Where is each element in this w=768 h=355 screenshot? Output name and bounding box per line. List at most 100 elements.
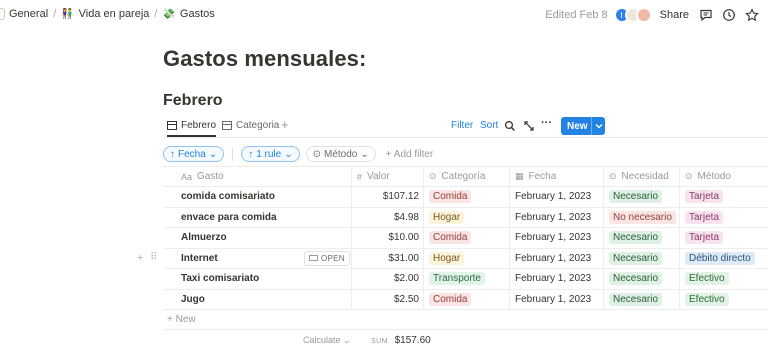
column-divider (679, 228, 680, 248)
column-header-fecha[interactable]: ▦ Fecha (515, 167, 556, 186)
more-options-icon[interactable]: ··· (541, 117, 553, 129)
column-divider (423, 167, 424, 186)
page-title[interactable]: Gastos mensuales: (163, 46, 366, 72)
cell-gasto[interactable]: Taxi comisariato (181, 269, 259, 289)
new-button[interactable]: New (561, 117, 605, 135)
cell-valor[interactable]: $31.00 (351, 249, 419, 269)
tab-febrero[interactable]: Febrero (167, 120, 217, 137)
cell-valor[interactable]: $2.50 (351, 290, 419, 310)
cell-metodo[interactable]: Débito directo (685, 249, 755, 269)
column-header-valor[interactable]: # Valor (357, 167, 390, 186)
cell-valor[interactable]: $4.98 (351, 208, 419, 228)
cell-categoria[interactable]: Comida (429, 290, 472, 310)
section-title[interactable]: Febrero (163, 92, 223, 110)
add-filter-button[interactable]: + Add filter (386, 149, 434, 160)
cell-metodo[interactable]: Efectivo (685, 290, 729, 310)
tag-metodo: Tarjeta (685, 210, 724, 224)
cell-fecha[interactable]: February 1, 2023 (515, 249, 591, 269)
add-view-button[interactable]: + (281, 117, 289, 132)
arrow-up-icon: ↑ (170, 148, 175, 160)
cell-necesidad[interactable]: Necesario (609, 187, 663, 207)
column-divider (423, 228, 424, 248)
cell-fecha[interactable]: February 1, 2023 (515, 228, 591, 248)
tag-categoria: Comida (429, 231, 472, 245)
cell-gasto[interactable]: Internet (181, 249, 218, 269)
table-row[interactable]: Jugo $2.50 Comida February 1, 2023 Necesario… (163, 289, 768, 310)
column-header-gasto[interactable]: Aa Gasto (181, 167, 224, 186)
cell-fecha[interactable]: February 1, 2023 (515, 269, 591, 289)
cell-necesidad[interactable]: Necesario (609, 269, 663, 289)
cell-categoria[interactable]: Hogar (429, 208, 465, 228)
column-header-metodo[interactable]: ⊙ Método (685, 167, 731, 186)
table-row[interactable]: Internet $31.00 Hogar February 1, 2023 Neces… (137, 248, 768, 269)
column-divider (679, 167, 680, 186)
cell-categoria[interactable]: Comida (429, 228, 472, 248)
cell-fecha[interactable]: February 1, 2023 (515, 290, 591, 310)
cell-valor[interactable]: $10.00 (351, 228, 419, 248)
table-row[interactable]: Taxi comisariato $2.00 Transporte February … (163, 269, 768, 290)
cell-categoria[interactable]: Hogar (429, 249, 465, 269)
table-row[interactable]: comida comisariato $107.12 Comida February … (163, 187, 768, 208)
column-divider (603, 187, 604, 207)
tab-categoria[interactable]: Categoria (222, 120, 279, 131)
share-button[interactable]: Share (660, 9, 689, 21)
expand-icon[interactable] (523, 120, 535, 132)
filter-chip-rule[interactable]: ↑ 1 rule ⌄ (241, 146, 300, 162)
column-header-necesidad[interactable]: ⊙ Necesidad (609, 167, 669, 186)
cell-categoria[interactable]: Transporte (429, 269, 485, 289)
tag-metodo: Efectivo (685, 292, 729, 306)
breadcrumb-item-general[interactable]: General (9, 8, 48, 20)
cell-gasto[interactable]: Jugo (181, 290, 205, 310)
top-bar: General / 👫 Vida en pareja / 💸 Gastos Ed… (0, 0, 768, 30)
cell-categoria[interactable]: Comida (429, 187, 472, 207)
money-emoji-icon: 💸 (162, 8, 175, 20)
cell-gasto[interactable]: comida comisariato (181, 187, 275, 207)
cell-fecha[interactable]: February 1, 2023 (515, 187, 591, 207)
tab-label: Febrero (181, 120, 217, 131)
number-property-icon: # (357, 171, 363, 182)
cell-fecha[interactable]: February 1, 2023 (515, 208, 591, 228)
cell-metodo[interactable]: Tarjeta (685, 187, 724, 207)
chevron-down-icon[interactable] (591, 117, 605, 135)
cell-necesidad[interactable]: Necesario (609, 228, 663, 248)
table-row[interactable]: envace para comida $4.98 Hogar February 1, … (163, 207, 768, 228)
breadcrumb-item-vida-en-pareja[interactable]: Vida en pareja (79, 8, 150, 20)
cell-necesidad[interactable]: Necesario (609, 290, 663, 310)
star-icon[interactable] (745, 8, 759, 22)
column-header-label: Fecha (528, 171, 557, 182)
comment-icon[interactable] (699, 8, 713, 22)
avatar-stack[interactable]: I (613, 7, 652, 23)
tag-necesidad: No necesario (609, 210, 676, 224)
cell-metodo[interactable]: Tarjeta (685, 208, 724, 228)
cell-metodo[interactable]: Efectivo (685, 269, 729, 289)
breadcrumb-item-gastos[interactable]: Gastos (180, 8, 215, 20)
tag-categoria: Hogar (429, 210, 465, 224)
column-header-categoria[interactable]: ⊙ Categoría (429, 167, 485, 186)
column-header-label: Categoría (441, 171, 486, 182)
cell-valor[interactable]: $2.00 (351, 269, 419, 289)
search-icon[interactable] (504, 120, 516, 132)
filter-chip-metodo[interactable]: ⊙ Método ⌄ (305, 146, 376, 162)
sort-chip-fecha[interactable]: ↑ Fecha ⌄ (163, 146, 225, 162)
sort-button[interactable]: Sort (480, 120, 498, 131)
column-divider (679, 248, 680, 268)
open-row-button[interactable]: OPEN (304, 250, 350, 266)
cell-valor[interactable]: $107.12 (351, 187, 419, 207)
add-row-icon[interactable]: + (137, 252, 143, 264)
sum-summary[interactable]: SUM $157.60 (371, 335, 431, 346)
filter-button[interactable]: Filter (451, 120, 473, 131)
cell-gasto[interactable]: Almuerzo (181, 228, 227, 248)
cell-necesidad[interactable]: No necesario (609, 208, 676, 228)
cell-metodo[interactable]: Tarjeta (685, 228, 724, 248)
avatar[interactable] (635, 7, 652, 23)
clock-icon[interactable] (722, 8, 736, 22)
add-row-button[interactable]: + New (163, 310, 768, 330)
tag-necesidad: Necesario (609, 251, 663, 265)
tab-label: Categoria (236, 120, 280, 131)
cell-gasto[interactable]: envace para comida (181, 208, 277, 228)
table-row[interactable]: Almuerzo $10.00 Comida February 1, 2023 Nece… (163, 228, 768, 249)
calculate-button[interactable]: Calculate ⌄ (303, 335, 351, 346)
drag-handle-icon[interactable]: ⠿ (150, 252, 157, 263)
cell-necesidad[interactable]: Necesario (609, 249, 663, 269)
column-divider (679, 187, 680, 207)
